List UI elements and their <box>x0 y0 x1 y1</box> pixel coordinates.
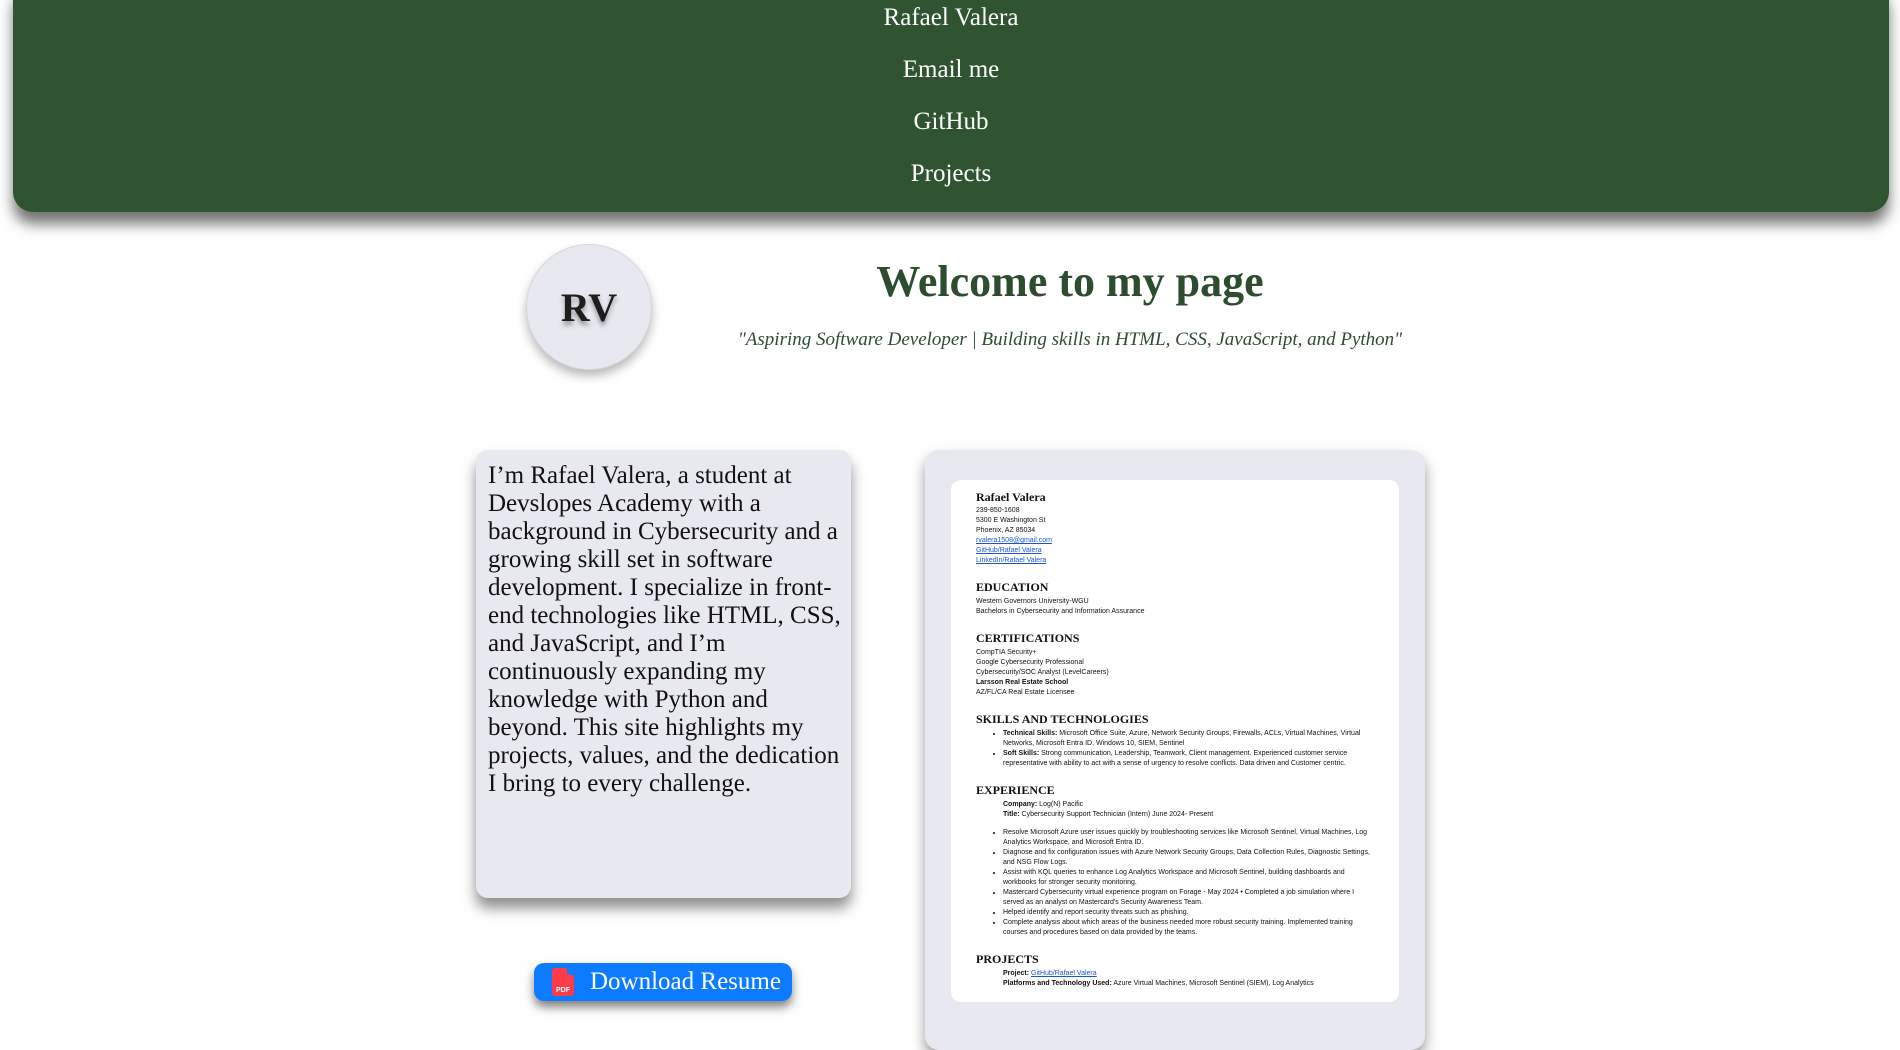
resume-cert: AZ/FL/CA Real Estate Licensee <box>976 689 1075 696</box>
resume-skill-text: Strong communication, Leadership, Teamwo… <box>1003 750 1348 767</box>
resume-phone: 239-850-1608 <box>976 507 1020 514</box>
resume-linkedin-link[interactable]: LinkedIn/Rafael Valera <box>976 557 1046 564</box>
resume-experience-item: Diagnose and fix configuration issues wi… <box>1003 848 1376 868</box>
resume-name: Rafael Valera <box>976 490 1046 504</box>
resume-skills-list: Technical Skills: Microsoft Office Suite… <box>976 729 1376 769</box>
resume-skill-label: Technical Skills: <box>1003 730 1058 737</box>
pdf-icon: PDF <box>552 968 574 996</box>
resume-platforms-label: Platforms and Technology Used: <box>1003 980 1112 987</box>
avatar-initials: RV <box>560 284 618 330</box>
nav-link-projects[interactable]: Projects <box>13 160 1889 188</box>
bio-text: I’m Rafael Valera, a student at Devslope… <box>488 462 841 797</box>
resume-experience-list: Resolve Microsoft Azure user issues quic… <box>976 828 1376 938</box>
resume-address-line2: Phoenix, AZ 85034 <box>976 527 1036 534</box>
resume-company-label: Company: <box>1003 801 1038 808</box>
bio-card: I’m Rafael Valera, a student at Devslope… <box>476 450 851 898</box>
resume-education-school: Western Governors University-WGU <box>976 598 1089 605</box>
resume-experience-item: Helped identify and report security thre… <box>1003 908 1376 918</box>
nav-link-name[interactable]: Rafael Valera <box>13 4 1889 32</box>
resume-experience-item: Complete analysis about which areas of t… <box>1003 918 1376 938</box>
resume-certifications-heading: CERTIFICATIONS <box>976 631 1080 645</box>
resume-experience-item: Mastercard Cybersecurity virtual experie… <box>1003 888 1376 908</box>
resume-address-line1: 5300 E Washington St <box>976 517 1046 524</box>
resume-company: Log(N) Pacific <box>1037 801 1084 808</box>
resume-title-label: Title: <box>1003 811 1020 818</box>
resume-skill-label: Soft Skills: <box>1003 750 1040 757</box>
resume-experience-item: Assist with KQL queries to enhance Log A… <box>1003 868 1376 888</box>
resume-skill-text: Microsoft Office Suite, Azure, Network S… <box>1003 730 1361 747</box>
resume-skill-item: Technical Skills: Microsoft Office Suite… <box>1003 729 1376 749</box>
resume-education-degree: Bachelors in Cybersecurity and Informati… <box>976 608 1145 615</box>
resume-email-link[interactable]: rvalera1508@gmail.com <box>976 537 1052 544</box>
avatar: RV <box>526 244 652 370</box>
pdf-icon-text: PDF <box>556 987 570 994</box>
nav-link-github[interactable]: GitHub <box>13 108 1889 136</box>
resume-cert: Google Cybersecurity Professional <box>976 659 1084 666</box>
resume-skill-item: Soft Skills: Strong communication, Leade… <box>1003 749 1376 769</box>
top-nav: Rafael Valera Email me GitHub Projects <box>13 0 1889 212</box>
resume-github-link[interactable]: GitHub/Rafael Valera <box>976 547 1042 554</box>
resume-skills-heading: SKILLS AND TECHNOLOGIES <box>976 712 1149 726</box>
resume-cert: Cybersecurity/SOC Analyst (LevelCareers) <box>976 669 1109 676</box>
page-title: Welcome to my page <box>876 257 1264 306</box>
nav-link-email[interactable]: Email me <box>13 56 1889 84</box>
resume-education-heading: EDUCATION <box>976 580 1049 594</box>
resume-project-label: Project: <box>1003 970 1030 977</box>
resume-preview-card: Rafael Valera 239-850-1608 5300 E Washin… <box>925 450 1425 1050</box>
resume-project-link[interactable]: GitHub/Rafael Valera <box>1031 970 1097 977</box>
resume-title: Cybersecurity Support Technician (Intern… <box>1019 811 1214 818</box>
resume-projects-heading: PROJECTS <box>976 952 1039 966</box>
download-resume-label: Download Resume <box>590 968 781 995</box>
resume-experience-heading: EXPERIENCE <box>976 783 1055 797</box>
resume-cert: Larsson Real Estate School <box>976 679 1069 686</box>
download-resume-button[interactable]: PDF Download Resume <box>534 963 792 1001</box>
page-tagline: "Aspiring Software Developer | Building … <box>737 329 1403 350</box>
resume-page: Rafael Valera 239-850-1608 5300 E Washin… <box>951 480 1399 1002</box>
resume-platforms: Azure Virtual Machines, Microsoft Sentin… <box>1111 980 1314 987</box>
resume-experience-item: Resolve Microsoft Azure user issues quic… <box>1003 828 1376 848</box>
resume-cert: CompTIA Security+ <box>976 649 1037 656</box>
